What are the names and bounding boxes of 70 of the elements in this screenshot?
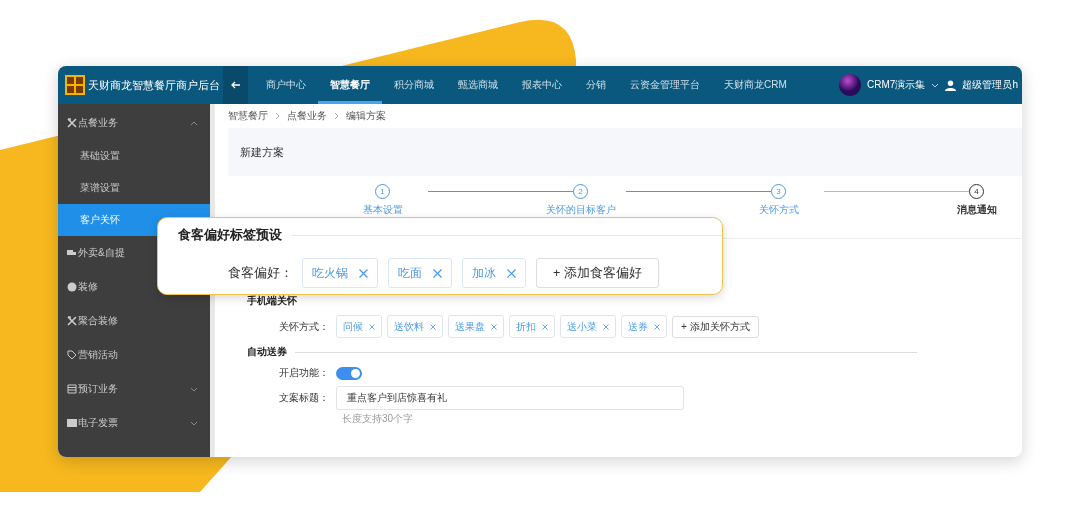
user-name[interactable]: 超级管理员h [962, 78, 1018, 92]
avatar-icon [839, 74, 862, 96]
nav-tab[interactable]: 天财商龙CRM [712, 66, 799, 104]
arrow-left-icon [230, 80, 241, 90]
close-icon[interactable] [603, 323, 609, 330]
tag: 问候 [336, 315, 382, 338]
tag: 送饮料 [387, 315, 443, 338]
tag: 吃面 [388, 258, 452, 288]
nav-tab[interactable]: 分销 [574, 66, 618, 104]
tag: 送券 [621, 315, 667, 338]
close-icon[interactable] [654, 323, 660, 330]
sidebar-subitem[interactable]: 基础设置 [58, 140, 210, 172]
tag: 吃火锅 [302, 258, 378, 288]
close-icon[interactable] [369, 323, 375, 330]
tag: 加冰 [462, 258, 526, 288]
sidebar-item[interactable]: 聚合装修 [58, 304, 210, 338]
field-label: 关怀方式： [279, 319, 330, 334]
user-icon [945, 79, 957, 91]
menu-icon [67, 384, 77, 394]
hint-text: 长度支持30个字 [341, 412, 415, 426]
tag: 折扣 [509, 315, 555, 338]
page-title: 新建方案 [240, 144, 284, 160]
menu-icon [67, 118, 77, 128]
section-title: 手机端关怀 [247, 294, 297, 308]
breadcrumb-link[interactable]: 智慧餐厅 [228, 109, 268, 123]
sidebar-subitem[interactable]: 菜谱设置 [58, 172, 210, 204]
nav-tab[interactable]: 智慧餐厅 [318, 66, 382, 104]
sidebar-item[interactable]: 营销活动 [58, 338, 210, 372]
field-label: 文案标题： [279, 391, 330, 405]
step-label: 关怀方式 [759, 203, 799, 217]
menu-icon [67, 248, 77, 258]
close-icon[interactable] [359, 268, 368, 278]
nav-tab[interactable]: 积分商城 [382, 66, 446, 104]
chevron-down-icon[interactable] [931, 82, 940, 88]
close-icon[interactable] [542, 323, 548, 330]
tag: 送果盘 [448, 315, 504, 338]
step-label: 基本设置 [363, 203, 403, 217]
close-icon[interactable] [433, 268, 442, 278]
add-button[interactable]: + 添加关怀方式 [672, 315, 759, 338]
menu-icon [67, 282, 77, 292]
sidebar-item[interactable]: 预订业务 [58, 372, 210, 406]
chevron-right-icon [275, 112, 280, 120]
field-label: 食客偏好： [228, 264, 292, 282]
nav-tab[interactable]: 商户中心 [254, 66, 318, 104]
sidebar-item[interactable]: 电子发票 [58, 406, 210, 440]
title-input[interactable]: 重点客户到店惊喜有礼 [336, 386, 684, 410]
nav-tab[interactable]: 云资金管理平台 [618, 66, 712, 104]
step-label: 关怀的目标客户 [546, 203, 616, 217]
nav-tab[interactable]: 甄选商城 [446, 66, 510, 104]
menu-icon [67, 418, 77, 428]
close-icon[interactable] [430, 323, 436, 330]
sidebar-item[interactable]: 点餐业务 [58, 106, 210, 140]
close-icon[interactable] [491, 323, 497, 330]
menu-icon [67, 350, 77, 360]
tag: 送小菜 [560, 315, 616, 338]
org-selector[interactable]: CRM7演示集 [867, 78, 926, 92]
toggle-switch[interactable] [336, 366, 362, 380]
chevron-right-icon [334, 112, 339, 120]
logo-icon [65, 75, 85, 95]
breadcrumb-link[interactable]: 编辑方案 [346, 109, 386, 123]
step-label: 消息通知 [957, 203, 997, 217]
menu-icon [67, 316, 77, 326]
add-button[interactable]: + 添加食客偏好 [536, 258, 659, 288]
section-title: 自动送券 [247, 345, 287, 359]
close-icon[interactable] [507, 268, 516, 278]
nav-tab[interactable]: 报表中心 [510, 66, 574, 104]
back-button[interactable] [223, 66, 248, 104]
field-label: 开启功能： [279, 366, 330, 380]
breadcrumb-link[interactable]: 点餐业务 [287, 109, 327, 123]
app-title: 天财商龙智慧餐厅商户后台 [88, 77, 220, 93]
